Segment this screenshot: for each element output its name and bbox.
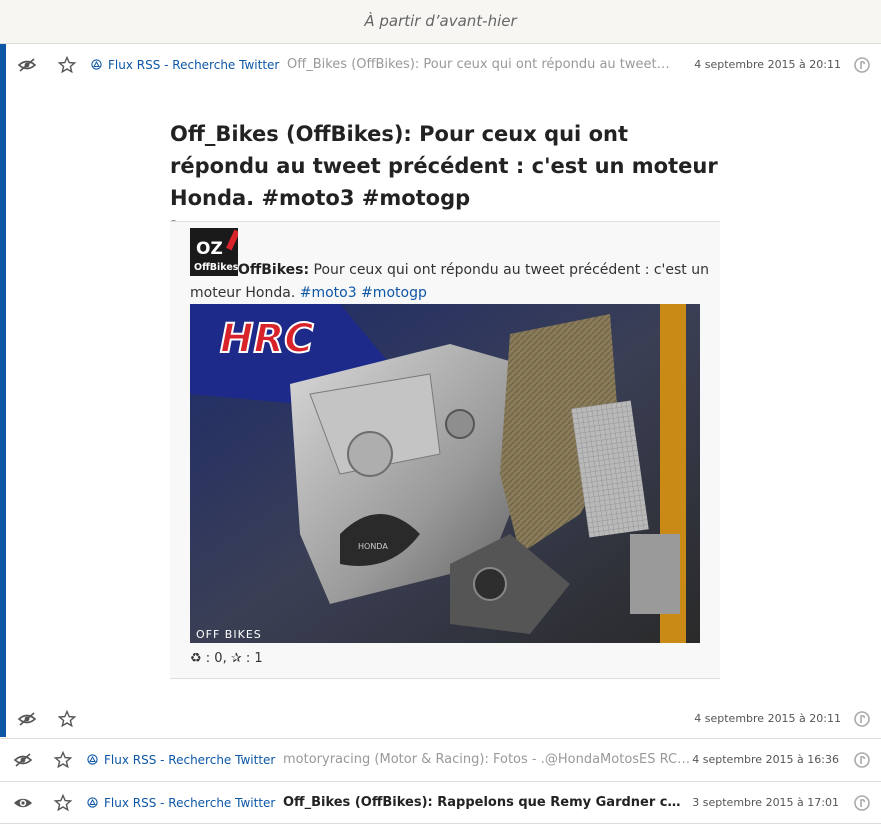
svg-text:HONDA: HONDA xyxy=(358,542,388,551)
article-footer: 4 septembre 2015 à 20:11 xyxy=(6,698,881,740)
feed-name: Flux RSS - Recherche Twitter xyxy=(108,58,280,72)
tweet-handle[interactable]: OffBikes: xyxy=(238,262,309,278)
article-title[interactable]: motoryracing (Motor & Racing): Fotos - .… xyxy=(283,739,693,781)
svg-text:OFF BIKES: OFF BIKES xyxy=(196,628,262,641)
feed-name: Flux RSS - Recherche Twitter xyxy=(104,753,276,767)
article-date: 4 septembre 2015 à 20:11 xyxy=(694,58,841,71)
article-title[interactable]: Off_Bikes (OffBikes): Rappelons que Remy… xyxy=(283,782,688,824)
share-icon[interactable] xyxy=(852,793,872,813)
active-article-bar xyxy=(0,44,6,737)
article-title[interactable]: Off_Bikes (OffBikes): Pour ceux qui ont … xyxy=(287,44,697,86)
day-separator: À partir d’avant-hier xyxy=(0,0,881,44)
article-date: 4 septembre 2015 à 16:36 xyxy=(692,753,839,766)
share-icon[interactable] xyxy=(852,55,872,75)
share-icon[interactable] xyxy=(852,750,872,770)
star-icon[interactable] xyxy=(57,709,77,729)
feed-icon xyxy=(87,740,98,782)
article-row[interactable]: Flux RSS - Recherche Twitter Off_Bikes (… xyxy=(0,782,881,824)
feed-link[interactable]: Flux RSS - Recherche Twitter xyxy=(87,782,275,824)
feed-link[interactable]: Flux RSS - Recherche Twitter xyxy=(91,44,279,86)
star-icon[interactable] xyxy=(57,55,77,75)
svg-text:HRC: HRC xyxy=(220,316,314,362)
mark-read-eye-slash-icon[interactable] xyxy=(17,709,37,729)
share-icon[interactable] xyxy=(852,709,872,729)
hashtag-link[interactable]: #moto3 xyxy=(300,285,357,301)
mark-read-eye-slash-icon[interactable] xyxy=(17,55,37,75)
tweet-text: OffBikes: Pour ceux qui ont répondu au t… xyxy=(190,259,710,305)
svg-text:OZ: OZ xyxy=(196,239,223,259)
tweet-photo[interactable]: HRC HONDA OFF BIKES xyxy=(190,304,700,643)
star-icon[interactable] xyxy=(53,750,73,770)
divider xyxy=(0,823,881,824)
star-icon[interactable] xyxy=(53,793,73,813)
embedded-tweet: OZ OffBikes OffBikes: Pour ceux qui ont … xyxy=(170,221,720,679)
mark-unread-eye-icon[interactable] xyxy=(13,793,33,813)
article-row[interactable]: Flux RSS - Recherche Twitter motoryracin… xyxy=(0,739,881,781)
article-row-expanded[interactable]: Flux RSS - Recherche Twitter Off_Bikes (… xyxy=(6,44,881,86)
feed-name: Flux RSS - Recherche Twitter xyxy=(104,796,276,810)
mark-read-eye-slash-icon[interactable] xyxy=(13,750,33,770)
hashtag-link[interactable]: #motogp xyxy=(361,285,427,301)
tweet-stats: ♻ : 0, ✰ : 1 xyxy=(190,651,263,666)
article-date: 3 septembre 2015 à 17:01 xyxy=(692,796,839,809)
feed-icon xyxy=(91,45,102,87)
feed-icon xyxy=(87,783,98,825)
article-date: 4 septembre 2015 à 20:11 xyxy=(694,712,841,725)
feed-link[interactable]: Flux RSS - Recherche Twitter xyxy=(87,739,275,781)
